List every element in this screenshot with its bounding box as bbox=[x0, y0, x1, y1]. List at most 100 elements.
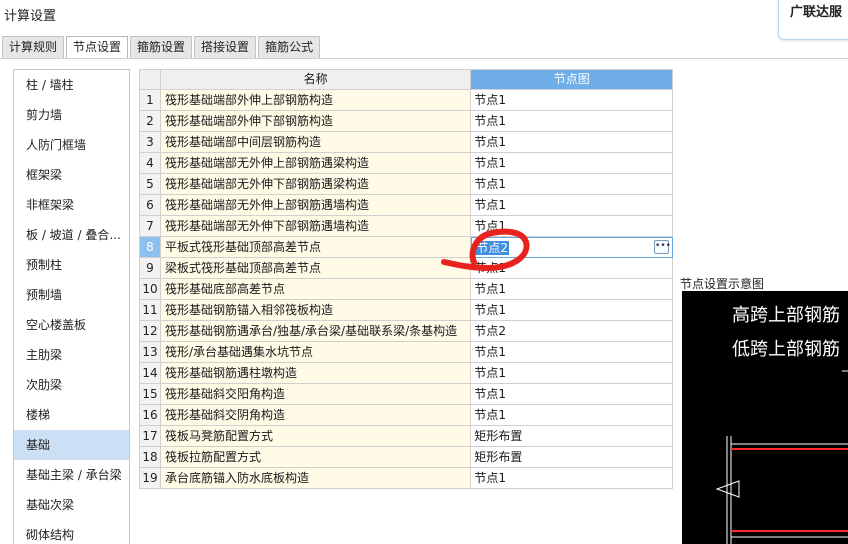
row-number[interactable]: 14 bbox=[140, 363, 161, 384]
row-number[interactable]: 1 bbox=[140, 90, 161, 111]
tab-5[interactable]: 箍筋公式 bbox=[258, 36, 321, 58]
node-cell[interactable]: 节点2 bbox=[471, 321, 674, 342]
table-row[interactable]: 19 承台底筋锚入防水底板构造 节点1 bbox=[140, 468, 674, 489]
sidebar-item[interactable]: 次肋梁 bbox=[14, 370, 129, 400]
row-number[interactable]: 4 bbox=[140, 153, 161, 174]
node-cell[interactable]: 节点1 bbox=[471, 384, 674, 405]
table-row[interactable]: 8 平板式筏形基础顶部高差节点 节点2 ••• bbox=[140, 237, 674, 258]
name-cell[interactable]: 筏形基础斜交阴角构造 bbox=[160, 405, 472, 426]
row-number[interactable]: 16 bbox=[140, 405, 161, 426]
name-cell[interactable]: 梁板式筏形基础顶部高差节点 bbox=[160, 258, 472, 279]
node-cell[interactable]: 矩形布置 bbox=[471, 426, 674, 447]
table-row[interactable]: 11 筏形基础钢筋锚入相邻筏板构造 节点1 bbox=[140, 300, 674, 321]
table-row[interactable]: 16 筏形基础斜交阴角构造 节点1 bbox=[140, 405, 674, 426]
table-row[interactable]: 2 筏形基础端部外伸下部钢筋构造 节点1 bbox=[140, 111, 674, 132]
name-cell[interactable]: 平板式筏形基础顶部高差节点 bbox=[160, 237, 472, 258]
sidebar-item[interactable]: 基础主梁 / 承台梁 bbox=[14, 460, 129, 490]
header-node[interactable]: 节点图 bbox=[471, 70, 674, 90]
table-row[interactable]: 12 筏形基础钢筋遇承台/独基/承台梁/基础联系梁/条基构造 节点2 bbox=[140, 321, 674, 342]
row-number[interactable]: 7 bbox=[140, 216, 161, 237]
table-row[interactable]: 5 筏形基础端部无外伸下部钢筋遇梁构造 节点1 bbox=[140, 174, 674, 195]
name-cell[interactable]: 筏形基础端部外伸下部钢筋构造 bbox=[160, 111, 472, 132]
node-cell[interactable]: 节点1 bbox=[471, 90, 674, 111]
table-row[interactable]: 7 筏形基础端部无外伸下部钢筋遇墙构造 节点1 bbox=[140, 216, 674, 237]
row-number[interactable]: 11 bbox=[140, 300, 161, 321]
sidebar-item[interactable]: 人防门框墙 bbox=[14, 130, 129, 160]
node-cell[interactable]: 节点1 bbox=[471, 111, 674, 132]
name-cell[interactable]: 筏形基础斜交阳角构造 bbox=[160, 384, 472, 405]
name-cell[interactable]: 筏形基础底部高差节点 bbox=[160, 279, 472, 300]
node-cell-value[interactable]: 节点2 bbox=[475, 241, 510, 255]
node-cell[interactable]: 节点1 bbox=[471, 195, 674, 216]
node-cell[interactable]: 节点1 bbox=[471, 153, 674, 174]
name-cell[interactable]: 筏形基础端部外伸上部钢筋构造 bbox=[160, 90, 472, 111]
node-cell[interactable]: 节点1 bbox=[471, 342, 674, 363]
sidebar-item[interactable]: 框架梁 bbox=[14, 160, 129, 190]
row-number[interactable]: 15 bbox=[140, 384, 161, 405]
sidebar-item[interactable]: 砌体结构 bbox=[14, 520, 129, 544]
node-cell[interactable]: 节点1 bbox=[471, 279, 674, 300]
sidebar-item[interactable]: 板 / 坡道 / 叠合... bbox=[14, 220, 129, 250]
sidebar-item[interactable]: 基础次梁 bbox=[14, 490, 129, 520]
node-cell[interactable]: 节点1 bbox=[471, 174, 674, 195]
table-row[interactable]: 18 筏板拉筋配置方式 矩形布置 bbox=[140, 447, 674, 468]
table-row[interactable]: 13 筏形/承台基础遇集水坑节点 节点1 bbox=[140, 342, 674, 363]
table-row[interactable]: 3 筏形基础端部中间层钢筋构造 节点1 bbox=[140, 132, 674, 153]
row-number[interactable]: 10 bbox=[140, 279, 161, 300]
name-cell[interactable]: 筏形基础端部无外伸下部钢筋遇墙构造 bbox=[160, 216, 472, 237]
node-cell[interactable]: 节点1 bbox=[471, 258, 674, 279]
row-number[interactable]: 17 bbox=[140, 426, 161, 447]
row-number[interactable]: 12 bbox=[140, 321, 161, 342]
tab-1[interactable]: 计算规则 bbox=[2, 36, 65, 58]
table-row[interactable]: 4 筏形基础端部无外伸上部钢筋遇梁构造 节点1 bbox=[140, 153, 674, 174]
row-number[interactable]: 6 bbox=[140, 195, 161, 216]
row-number[interactable]: 13 bbox=[140, 342, 161, 363]
name-cell[interactable]: 筏形基础钢筋遇承台/独基/承台梁/基础联系梁/条基构造 bbox=[160, 321, 472, 342]
row-number[interactable]: 9 bbox=[140, 258, 161, 279]
tab-2[interactable]: 节点设置 bbox=[66, 36, 129, 59]
tab-3[interactable]: 箍筋设置 bbox=[130, 36, 193, 58]
table-row[interactable]: 1 筏形基础端部外伸上部钢筋构造 节点1 bbox=[140, 90, 674, 111]
node-cell[interactable]: 节点1 bbox=[471, 405, 674, 426]
name-cell[interactable]: 筏形/承台基础遇集水坑节点 bbox=[160, 342, 472, 363]
node-cell[interactable]: 矩形布置 bbox=[471, 447, 674, 468]
name-cell[interactable]: 筏板拉筋配置方式 bbox=[160, 447, 472, 468]
table-row[interactable]: 10 筏形基础底部高差节点 节点1 bbox=[140, 279, 674, 300]
name-cell[interactable]: 筏形基础钢筋遇柱墩构造 bbox=[160, 363, 472, 384]
category-sidebar[interactable]: 柱 / 墙柱 剪力墙 人防门框墙 框架梁 非框架梁板 / 坡道 / 叠合... 预制柱 预制… bbox=[13, 69, 130, 544]
table-row[interactable]: 9 梁板式筏形基础顶部高差节点 节点1 bbox=[140, 258, 674, 279]
sidebar-item[interactable]: 主肋梁 bbox=[14, 340, 129, 370]
sidebar-item[interactable]: 预制柱 bbox=[14, 250, 129, 280]
node-cell[interactable]: 节点1 bbox=[471, 363, 674, 384]
node-cell[interactable]: 节点1 bbox=[471, 468, 674, 489]
name-cell[interactable]: 筏形基础端部无外伸上部钢筋遇墙构造 bbox=[160, 195, 472, 216]
name-cell[interactable]: 筏形基础端部中间层钢筋构造 bbox=[160, 132, 472, 153]
node-cell[interactable]: 节点2 ••• bbox=[471, 237, 674, 258]
header-name[interactable]: 名称 bbox=[160, 70, 472, 90]
sidebar-item[interactable]: 楼梯 bbox=[14, 400, 129, 430]
table-row[interactable]: 6 筏形基础端部无外伸上部钢筋遇墙构造 节点1 bbox=[140, 195, 674, 216]
tab-4[interactable]: 搭接设置 bbox=[194, 36, 257, 58]
ellipsis-icon[interactable]: ••• bbox=[654, 240, 671, 254]
sidebar-item[interactable]: 剪力墙 bbox=[14, 100, 129, 130]
sidebar-item[interactable]: 预制墙 bbox=[14, 280, 129, 310]
row-number[interactable]: 19 bbox=[140, 468, 161, 489]
name-cell[interactable]: 筏板马凳筋配置方式 bbox=[160, 426, 472, 447]
row-number[interactable]: 3 bbox=[140, 132, 161, 153]
name-cell[interactable]: 筏形基础端部无外伸下部钢筋遇梁构造 bbox=[160, 174, 472, 195]
name-cell[interactable]: 筏形基础端部无外伸上部钢筋遇梁构造 bbox=[160, 153, 472, 174]
row-number[interactable]: 18 bbox=[140, 447, 161, 468]
sidebar-item[interactable]: 非框架梁 bbox=[14, 190, 129, 220]
row-number[interactable]: 2 bbox=[140, 111, 161, 132]
sidebar-item[interactable]: 柱 / 墙柱 bbox=[14, 70, 129, 100]
node-cell[interactable]: 节点1 bbox=[471, 132, 674, 153]
sidebar-item[interactable]: 空心楼盖板 bbox=[14, 310, 129, 340]
table-row[interactable]: 17 筏板马凳筋配置方式 矩形布置 bbox=[140, 426, 674, 447]
sidebar-item[interactable]: 基础 bbox=[14, 430, 129, 460]
table-row[interactable]: 14 筏形基础钢筋遇柱墩构造 节点1 bbox=[140, 363, 674, 384]
row-number[interactable]: 8 bbox=[140, 237, 161, 258]
node-cell[interactable]: 节点1 bbox=[471, 216, 674, 237]
name-cell[interactable]: 筏形基础钢筋锚入相邻筏板构造 bbox=[160, 300, 472, 321]
node-cell[interactable]: 节点1 bbox=[471, 300, 674, 321]
table-row[interactable]: 15 筏形基础斜交阳角构造 节点1 bbox=[140, 384, 674, 405]
